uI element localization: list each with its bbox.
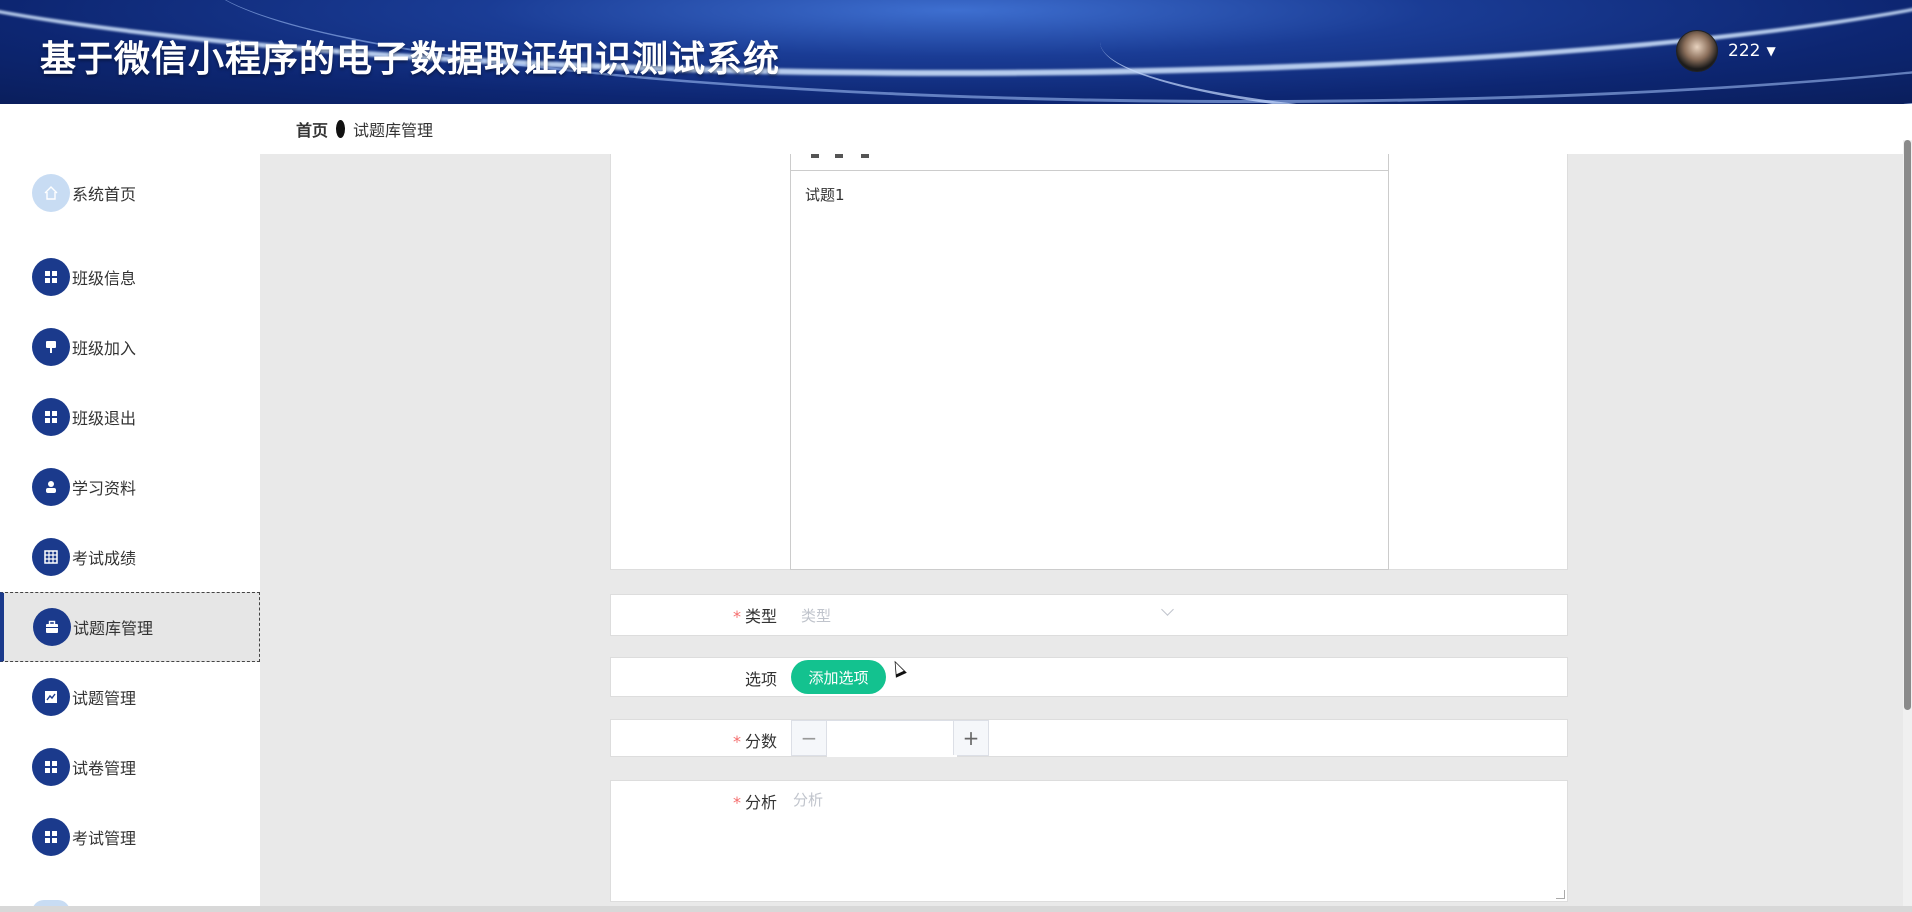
rich-text-editor[interactable]: 试题1 [790,154,1389,570]
type-label: * 类型 [733,603,777,627]
username[interactable]: 222 [1728,41,1760,61]
toolbar-icon[interactable] [811,154,819,158]
chevron-down-icon[interactable] [1161,603,1174,616]
editor-toolbar [791,154,1388,171]
table-icon [32,538,70,576]
sidebar-item-paper-manage[interactable]: 试卷管理 [0,732,260,802]
user-icon [32,468,70,506]
sidebar-item-label: 学习资料 [72,479,137,498]
score-label: * 分数 [733,728,777,752]
chart-icon [32,678,70,716]
minus-icon[interactable]: − [792,721,827,755]
analysis-label-text: 分析 [744,793,777,812]
type-row: * 类型 类型 [610,594,1568,636]
app-title: 基于微信小程序的电子数据取证知识测试系统 [40,39,781,80]
avatar[interactable] [1676,30,1718,72]
sidebar-item-study-materials[interactable]: 学习资料 [0,452,260,522]
required-mark: * [732,607,741,626]
add-option-button[interactable]: 添加选项 [791,660,886,694]
required-mark: * [732,793,741,812]
chevron-down-icon[interactable]: ▼ [1766,44,1775,58]
sidebar-item-question-bank[interactable]: 试题库管理 [0,592,260,662]
header-decoration [1100,0,1912,104]
page-scrollbar[interactable] [1903,140,1912,912]
sidebar-item-label: 考试管理 [72,829,137,848]
sidebar-item-label: 系统首页 [72,185,137,204]
grid-icon [32,258,70,296]
toolbar-icon[interactable] [835,154,843,158]
sidebar-item-label: 班级加入 [72,339,137,358]
bottom-edge [0,906,1912,912]
breadcrumb: 首页 试题库管理 [260,104,1912,154]
editor-content[interactable]: 试题1 [805,184,845,205]
scrollbar-thumb[interactable] [1904,140,1911,710]
sidebar-item-label: 班级退出 [72,409,137,428]
home-icon [32,174,70,212]
options-label: 选项 [744,670,777,689]
analysis-label: * 分析 [733,789,777,813]
breadcrumb-separator-icon [336,120,346,138]
sidebar-item-question-manage[interactable]: 试题管理 [0,662,260,732]
user-menu[interactable]: 222 ▼ [1676,30,1776,72]
type-select[interactable]: 类型 [791,601,1174,627]
sidebar-item-exam-scores[interactable]: 考试成绩 [0,522,260,592]
sidebar-item-class-quit[interactable]: 班级退出 [0,382,260,452]
grid-icon [32,748,70,786]
grid-icon [32,398,70,436]
score-row: * 分数 − + [610,719,1568,757]
score-label-text: 分数 [744,732,777,751]
briefcase-icon [33,608,71,646]
sidebar-item-label: 考试成绩 [72,549,137,568]
grid-icon [32,818,70,856]
sidebar-item-label: 试题管理 [72,689,137,708]
sidebar-item-label: 试题库管理 [73,619,154,638]
analysis-textarea[interactable] [791,787,1565,901]
analysis-row: * 分析 [610,780,1568,902]
type-placeholder: 类型 [801,607,832,625]
plus-icon[interactable]: + [953,721,988,755]
required-mark: * [732,732,741,751]
sidebar-item-home[interactable]: 系统首页 [0,158,260,228]
sidebar: 系统首页 班级信息 班级加入 班级退出 学习资料 考试成绩 试题库管理 试题管理… [0,104,260,912]
sidebar-item-class-join[interactable]: 班级加入 [0,312,260,382]
toolbar-icon[interactable] [861,154,869,158]
resize-handle-icon[interactable] [1556,890,1565,899]
score-input[interactable] [827,721,957,757]
breadcrumb-current: 试题库管理 [353,121,434,140]
sidebar-item-class-info[interactable]: 班级信息 [0,242,260,312]
score-stepper[interactable]: − + [791,720,989,757]
top-header: 基于微信小程序的电子数据取证知识测试系统 222 ▼ [0,0,1912,104]
pin-icon [32,328,70,366]
sidebar-item-label: 班级信息 [72,269,137,288]
type-label-text: 类型 [744,607,777,626]
breadcrumb-home[interactable]: 首页 [296,117,328,141]
sidebar-item-label: 试卷管理 [72,759,137,778]
options-row: 选项 添加选项 [610,657,1568,697]
sidebar-item-exam-manage[interactable]: 考试管理 [0,802,260,872]
